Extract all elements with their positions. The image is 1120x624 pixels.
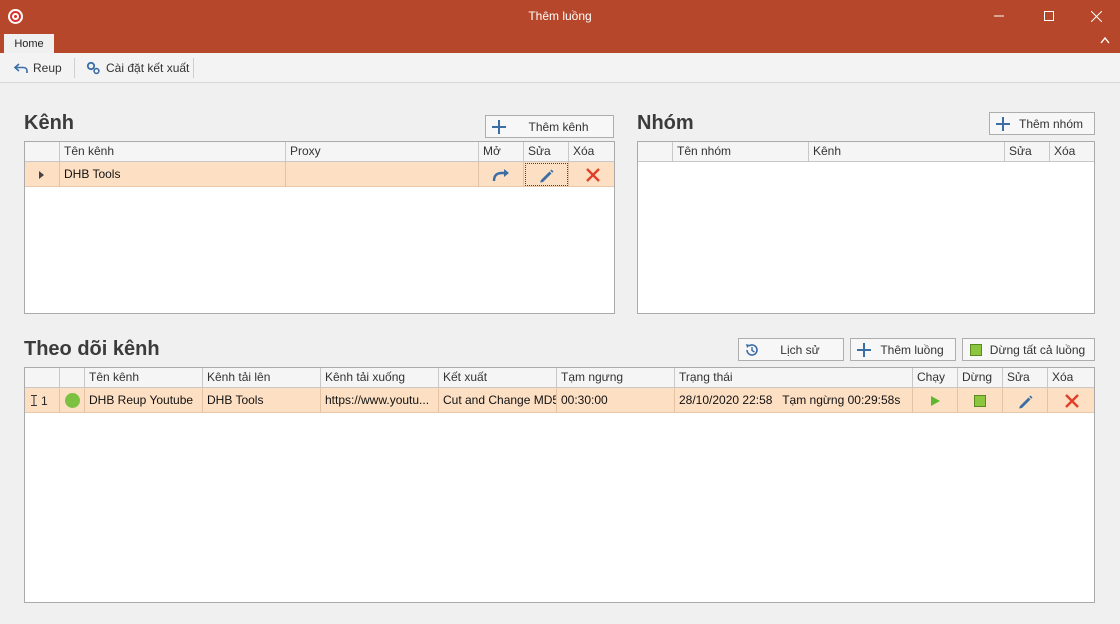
add-stream-label: Thêm luồng [880,343,944,357]
column-header[interactable]: Tên kênh [85,368,203,388]
delete-button[interactable] [1048,388,1094,413]
column-header[interactable]: Sửa [1005,142,1050,162]
column-header[interactable]: Tên kênh [60,142,286,162]
monitor-title: Theo dõi kênh [24,338,160,360]
proxy-cell[interactable] [286,162,479,187]
pencil-icon [1019,395,1033,408]
export-cell[interactable]: Cut and Change MD5 [439,388,557,413]
channels-grid-header: Tên kênh Proxy Mở Sửa Xóa [25,142,614,162]
row-indicator-header [25,368,60,388]
delete-button[interactable] [569,162,614,187]
delete-x-icon [1065,393,1079,408]
add-channel-button[interactable]: Thêm kênh [485,115,614,138]
history-button[interactable]: Lịch sử [738,338,844,361]
history-label: Lịch sử [780,343,820,357]
plus-icon [492,120,506,134]
column-header[interactable]: Xóa [1048,368,1094,388]
column-header[interactable]: Sửa [524,142,569,162]
status-indicator-icon [64,393,80,408]
add-channel-label: Thêm kênh [528,120,589,134]
groups-grid: Tên nhóm Kênh Sửa Xóa [637,141,1095,314]
monitor-grid-header: Tên kênh Kênh tải lên Kênh tải xuống Kết… [25,368,1094,388]
window-title: Thêm luồng [528,9,592,23]
toolbar-divider [193,58,194,78]
download-channel-cell[interactable]: https://www.youtu... [321,388,439,413]
play-icon [931,395,940,406]
maximize-icon [1044,11,1054,21]
row-indicator [25,162,60,187]
export-settings-button[interactable]: Cài đặt kết xuất [86,60,189,76]
text-cursor-icon [31,395,37,406]
table-row[interactable]: DHB Tools [25,162,614,187]
edit-button[interactable] [524,162,569,187]
stream-name-cell[interactable]: DHB Reup Youtube [85,388,203,413]
minimize-icon [994,15,1004,17]
pause-cell[interactable]: 00:30:00 [557,388,675,413]
stop-square-icon [974,394,986,407]
column-header[interactable]: Kênh [809,142,1005,162]
edit-button[interactable] [1003,388,1048,413]
undo-arrow-icon [14,63,28,73]
row-index: 1 [41,393,48,408]
close-icon [1090,10,1102,22]
plus-icon [857,343,871,357]
row-indicator-header [638,142,673,162]
column-header[interactable]: Mở [479,142,524,162]
delete-x-icon [585,167,600,182]
column-header[interactable]: Tạm ngưng [557,368,675,388]
run-button[interactable] [913,388,958,413]
redo-arrow-icon [492,168,509,181]
channels-grid: Tên kênh Proxy Mở Sửa Xóa DHB Tools [24,141,615,314]
channel-name-cell[interactable]: DHB Tools [60,162,286,187]
close-window-button[interactable] [1073,0,1119,32]
status-cell[interactable]: 28/10/2020 22:58 Tạm ngừng 00:29:58s [675,388,913,413]
column-header[interactable]: Xóa [569,142,614,162]
row-indicator: 1 [25,388,60,413]
reup-label: Reup [33,61,62,75]
status-dot-header [60,368,85,388]
groups-grid-header: Tên nhóm Kênh Sửa Xóa [638,142,1094,162]
stop-square-icon [970,344,982,356]
plus-icon [996,117,1010,131]
add-stream-button[interactable]: Thêm luồng [850,338,956,361]
minimize-button[interactable] [976,0,1022,32]
column-header[interactable]: Sửa [1003,368,1048,388]
column-header[interactable]: Kênh tải xuống [321,368,439,388]
column-header[interactable]: Tên nhóm [673,142,809,162]
stop-all-streams-label: Dừng tất cả luồng [989,343,1086,357]
gears-icon [86,61,100,75]
add-group-button[interactable]: Thêm nhóm [989,112,1095,135]
export-settings-label: Cài đặt kết xuất [106,61,190,75]
tab-home[interactable]: Home [4,34,54,53]
row-indicator-header [25,142,60,162]
table-row[interactable]: 1 DHB Reup Youtube DHB Tools https://www… [25,388,1094,413]
title-bar: Thêm luồng [0,0,1120,32]
stop-button[interactable] [958,388,1003,413]
upload-channel-cell[interactable]: DHB Tools [203,388,321,413]
column-header[interactable]: Kết xuất [439,368,557,388]
row-pointer-icon [39,170,44,179]
reup-button[interactable]: Reup [14,60,62,76]
groups-title: Nhóm [637,112,694,134]
history-icon [746,344,758,356]
stop-all-streams-button[interactable]: Dừng tất cả luồng [962,338,1095,361]
ribbon-toolbar: Reup Cài đặt kết xuất [0,53,1120,83]
collapse-ribbon-icon[interactable] [1100,35,1110,47]
column-header[interactable]: Proxy [286,142,479,162]
ribbon-tab-bar: Home [0,32,1120,53]
status-dot [60,388,85,413]
maximize-button[interactable] [1026,0,1072,32]
toolbar-divider [74,58,75,78]
column-header[interactable]: Chạy [913,368,958,388]
add-group-label: Thêm nhóm [1018,117,1084,131]
column-header[interactable]: Trạng thái [675,368,913,388]
monitor-grid: Tên kênh Kênh tải lên Kênh tải xuống Kết… [24,367,1095,603]
column-header[interactable]: Xóa [1050,142,1094,162]
channels-title: Kênh [24,112,74,134]
column-header[interactable]: Dừng [958,368,1003,388]
column-header[interactable]: Kênh tải lên [203,368,321,388]
pencil-icon [540,169,554,182]
open-button[interactable] [479,162,524,187]
